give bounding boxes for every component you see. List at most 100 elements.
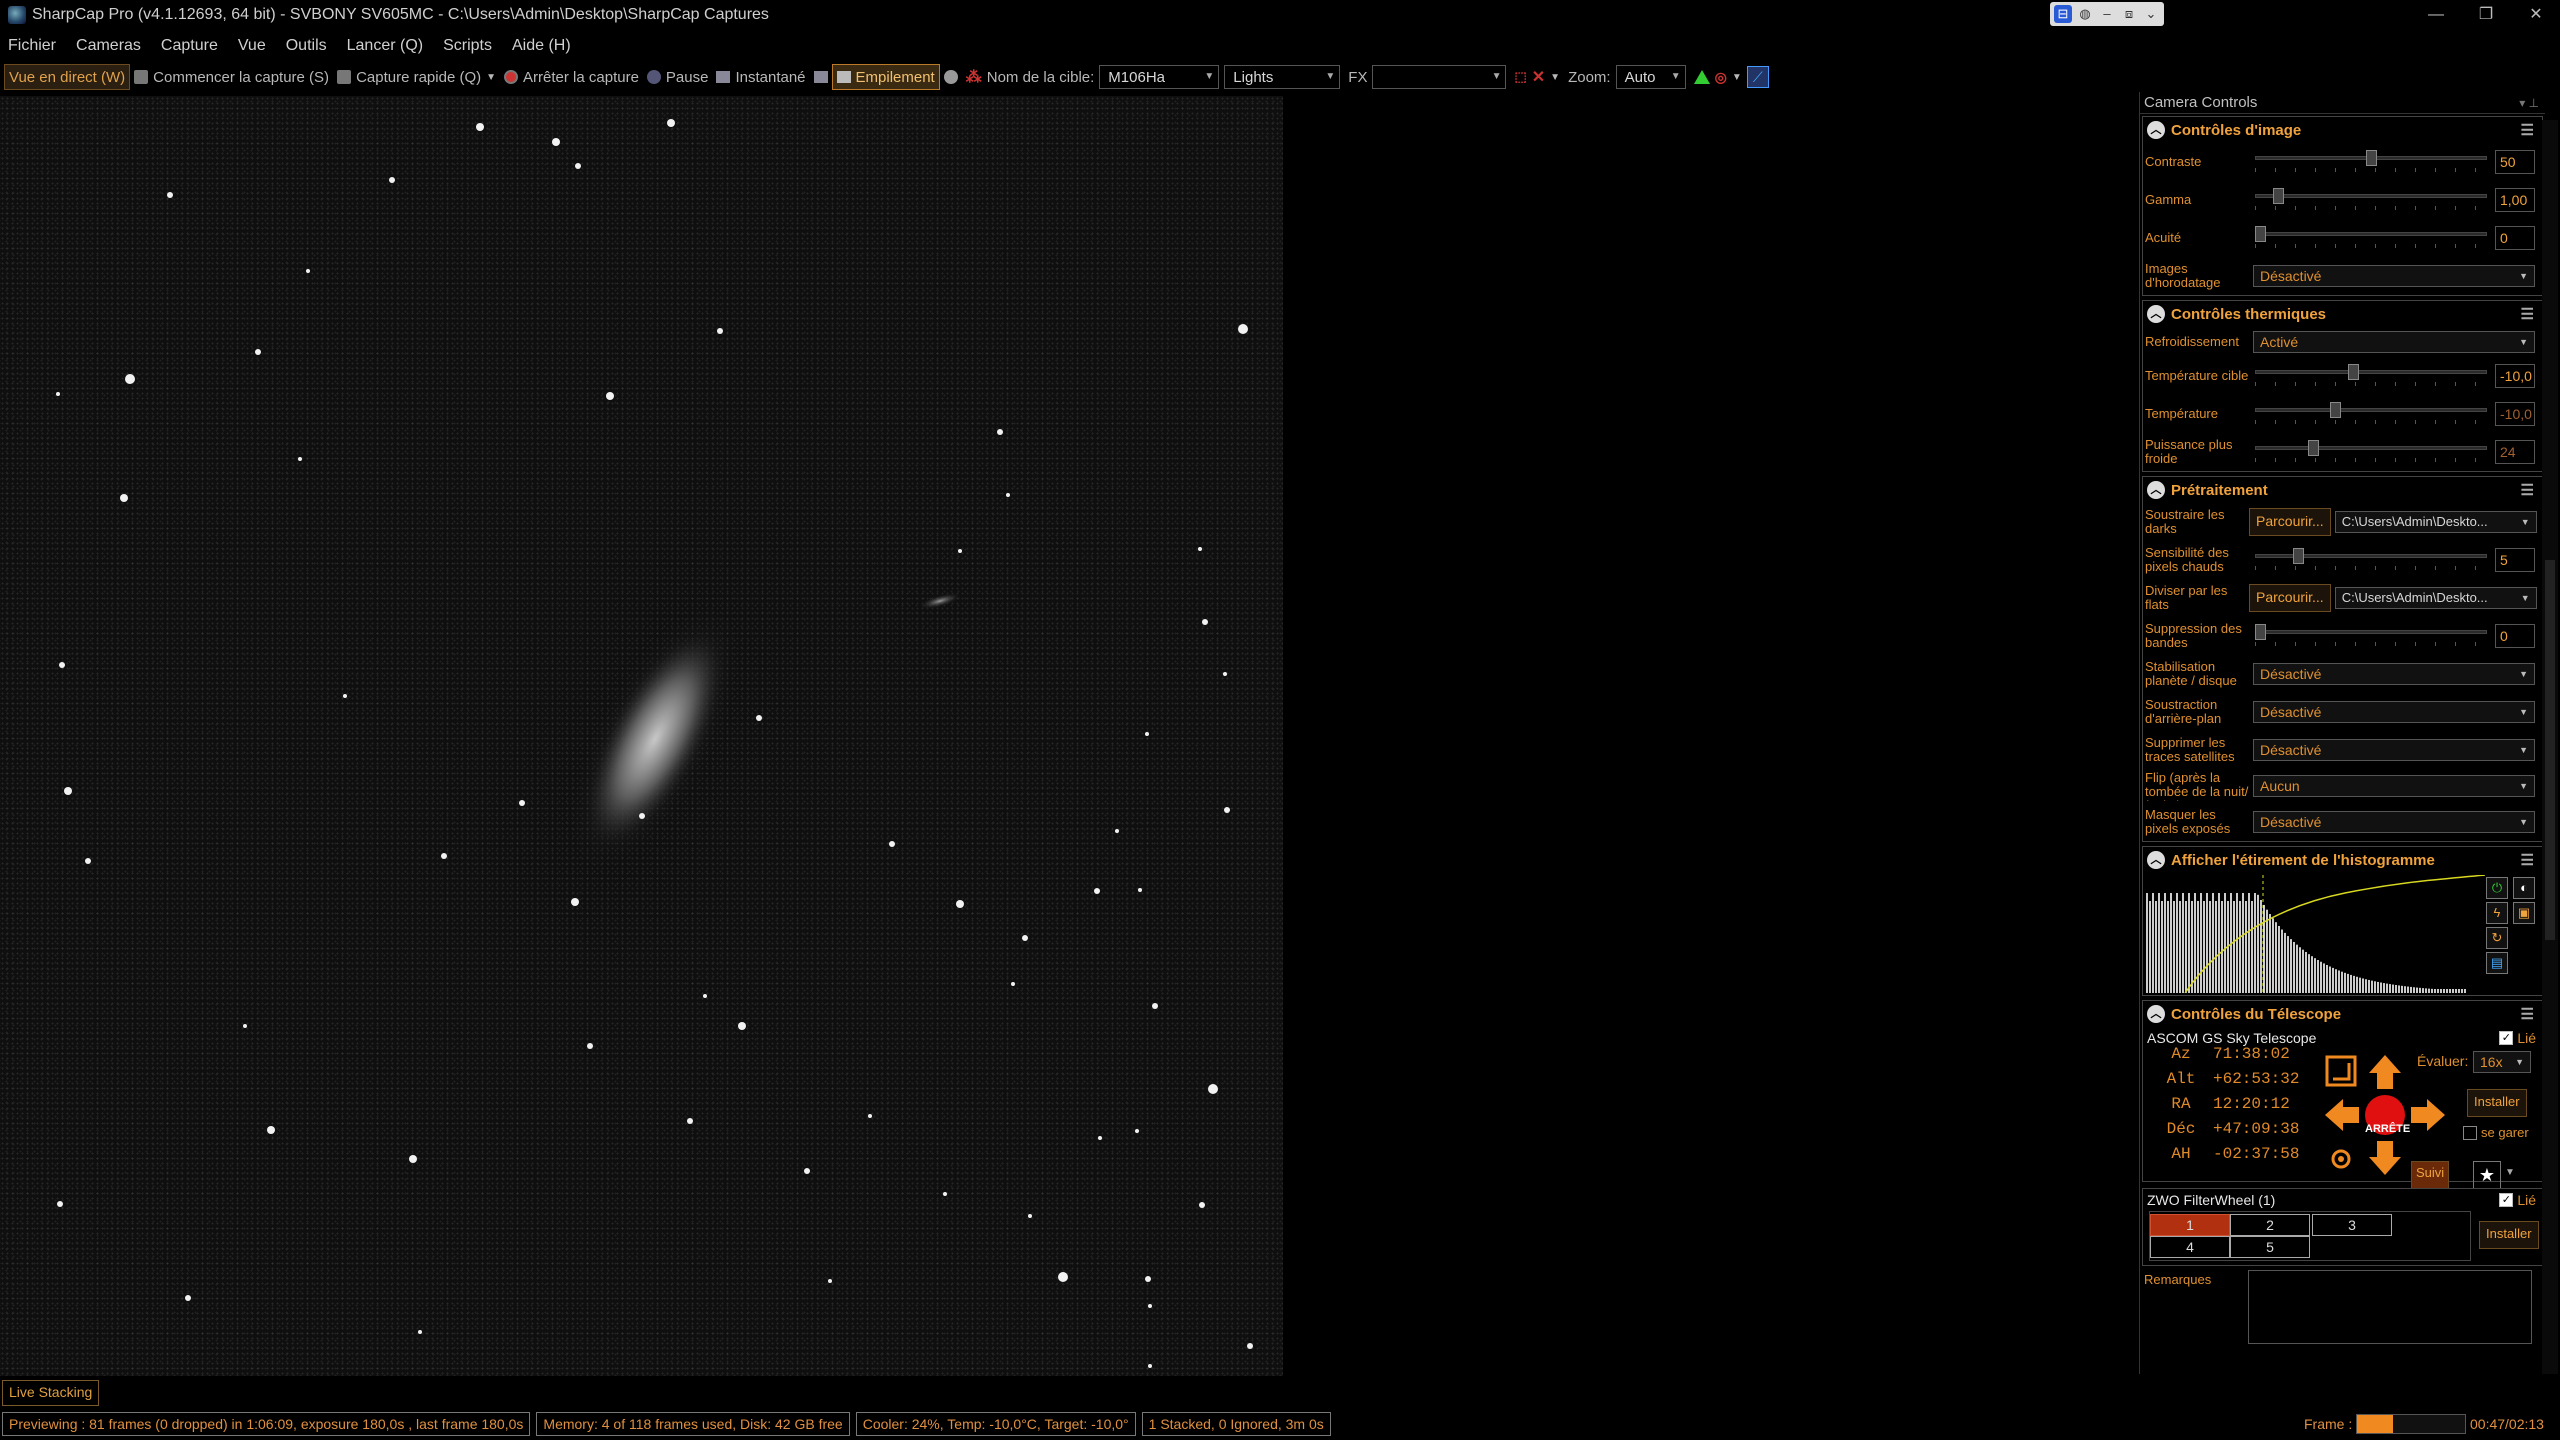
telescope-setup-button[interactable]: Installer (2467, 1089, 2527, 1117)
histogram-header[interactable]: ︿ Afficher l'étirement de l'histogramme … (2143, 847, 2542, 873)
lock-icon[interactable]: ▣ (2513, 902, 2535, 924)
goto-icon[interactable] (2325, 1055, 2357, 1087)
histogram-display[interactable]: ⏻ ◐ ϟ ▣ ↻ ▤ (2145, 875, 2538, 993)
target-temp-slider[interactable] (2255, 364, 2487, 388)
hamburger-icon[interactable]: ☰ (2521, 481, 2534, 499)
stabilization-dropdown[interactable]: Désactivé ▼ (2253, 663, 2535, 685)
telescope-icon[interactable]: ⟋ (1746, 66, 1769, 88)
arrow-right-icon[interactable] (2411, 1099, 2445, 1131)
slider-thumb[interactable] (2255, 226, 2266, 242)
cooling-dropdown[interactable]: Activé ▼ (2253, 331, 2535, 353)
chevron-down-icon[interactable]: ▼ (2505, 1167, 2515, 1178)
menu-cameras[interactable]: Cameras (76, 37, 141, 55)
gamma-slider[interactable] (2255, 188, 2487, 212)
target-name-combo[interactable]: M106Ha ▼ (1099, 65, 1220, 89)
image-controls-header[interactable]: ︿ Contrôles d'image ☰ (2143, 117, 2542, 143)
flip-dropdown[interactable]: Aucun ▼ (2253, 775, 2535, 797)
pin-icon[interactable]: ▾ ⊥ (2519, 92, 2539, 114)
filter-slot[interactable]: 5 (2230, 1236, 2310, 1258)
restore-small-icon[interactable]: ⧈ (2120, 5, 2138, 23)
tracking-button[interactable]: Suivi (2411, 1161, 2450, 1189)
menu-scripts[interactable]: Scripts (443, 37, 492, 55)
arrow-left-icon[interactable] (2325, 1099, 2359, 1131)
restore-icon[interactable]: ❐ (2458, 0, 2514, 30)
chevron-down-icon[interactable]: ⌄ (2142, 5, 2160, 23)
filter-slot[interactable]: 3 (2312, 1214, 2392, 1236)
minimize-small-icon[interactable]: – (2098, 5, 2116, 23)
gamma-value[interactable]: 1,00 (2495, 188, 2535, 212)
hot-pixel-slider[interactable] (2255, 548, 2487, 572)
telescope-header[interactable]: ︿ Contrôles du Télescope ☰ (2143, 1001, 2542, 1027)
menu-tools[interactable]: Outils (286, 37, 327, 55)
live-stacking-tab[interactable]: Live Stacking (2, 1380, 100, 1406)
live-view-button[interactable]: Vue en direct (W) (4, 64, 131, 90)
slider-thumb[interactable] (2347, 364, 2359, 380)
frame-type-combo[interactable]: Lights ▼ (1224, 65, 1341, 89)
filterwheel-linked-checkbox[interactable]: ✓ (2499, 1193, 2514, 1207)
histogram-icon[interactable] (1693, 70, 1710, 84)
flats-path-dropdown[interactable]: C:\Users\Admin\Deskto... ▼ (2334, 587, 2537, 609)
lock-icon[interactable]: ⊟ (2054, 5, 2072, 23)
collapse-icon[interactable]: ︿ (2147, 1005, 2165, 1023)
collapse-icon[interactable]: ︿ (2147, 481, 2165, 499)
crosshair-icon[interactable]: ✕ (1532, 67, 1545, 87)
hot-pixel-icon[interactable]: ⁂ (966, 67, 982, 87)
reset-icon[interactable]: ↻ (2486, 927, 2508, 949)
hot-pixel-value[interactable]: 5 (2495, 548, 2535, 572)
menu-view[interactable]: Vue (238, 37, 266, 55)
park-checkbox[interactable] (2463, 1125, 2477, 1140)
contrast-value[interactable]: 50 (2495, 150, 2535, 174)
menu-launch[interactable]: Lancer (Q) (347, 37, 423, 55)
menu-help[interactable]: Aide (H) (512, 37, 571, 55)
timestamp-dropdown[interactable]: Désactivé ▼ (2253, 265, 2535, 287)
darks-browse-button[interactable]: Parcourir... (2249, 508, 2331, 536)
lightning-icon[interactable]: ϟ (2486, 902, 2508, 924)
banding-slider[interactable] (2255, 624, 2487, 648)
scrollbar-thumb[interactable] (2545, 560, 2555, 940)
start-capture-button[interactable]: Commencer la capture (S) (130, 64, 333, 90)
background-sub-dropdown[interactable]: Désactivé ▼ (2253, 701, 2535, 723)
collapse-icon[interactable]: ︿ (2147, 121, 2165, 139)
contrast-icon[interactable]: ◐ (2513, 877, 2535, 899)
focus-icon[interactable]: ◎ (1715, 69, 1727, 86)
menu-file[interactable]: Fichier (8, 37, 56, 55)
slider-thumb[interactable] (2292, 548, 2304, 564)
pause-button[interactable]: Pause (643, 64, 713, 90)
sharpness-value[interactable]: 0 (2495, 226, 2535, 250)
telescope-linked-checkbox[interactable]: ✓ (2499, 1031, 2514, 1045)
sharpness-slider[interactable] (2255, 226, 2487, 250)
close-icon[interactable]: ✕ (2508, 0, 2560, 30)
hamburger-icon[interactable]: ☰ (2521, 851, 2534, 869)
filter-slot[interactable]: 4 (2150, 1236, 2230, 1258)
hamburger-icon[interactable]: ☰ (2521, 305, 2534, 323)
save-icon[interactable]: ▤ (2486, 952, 2508, 974)
fx-combo[interactable]: ▼ (1372, 65, 1507, 89)
collapse-icon[interactable]: ︿ (2147, 851, 2165, 869)
chevron-down-icon[interactable]: ▼ (1550, 72, 1560, 83)
filterwheel-setup-button[interactable]: Installer (2479, 1221, 2539, 1249)
power-icon[interactable]: ⏻ (2486, 877, 2508, 899)
stop-capture-button[interactable]: Arrêter la capture (500, 64, 643, 90)
filter-slot[interactable]: 2 (2230, 1214, 2310, 1236)
panel-scrollbar[interactable] (2542, 120, 2558, 1374)
minimize-icon[interactable]: — (2408, 0, 2464, 30)
hamburger-icon[interactable]: ☰ (2521, 121, 2534, 139)
sphere-button[interactable] (940, 64, 962, 90)
contrast-slider[interactable] (2255, 150, 2487, 174)
chevron-down-icon[interactable]: ▼ (486, 72, 496, 83)
darks-path-dropdown[interactable]: C:\Users\Admin\Deskto... ▼ (2334, 511, 2537, 533)
zoom-combo[interactable]: Auto ▼ (1615, 65, 1686, 89)
display-toggle-button[interactable] (810, 64, 832, 90)
snapshot-button[interactable]: Instantané (712, 64, 809, 90)
collapse-icon[interactable]: ︿ (2147, 305, 2165, 323)
star-icon[interactable]: ★ (2473, 1161, 2501, 1189)
quick-capture-button[interactable]: Capture rapide (Q) ▼ (333, 64, 500, 90)
arrow-up-icon[interactable] (2369, 1055, 2401, 1089)
hamburger-icon[interactable]: ☰ (2521, 1005, 2534, 1023)
filter-slot[interactable]: 1 (2150, 1214, 2230, 1236)
menu-capture[interactable]: Capture (161, 37, 218, 55)
notes-textarea[interactable] (2248, 1270, 2532, 1344)
chevron-down-icon[interactable]: ▼ (1732, 72, 1742, 83)
preprocessing-header[interactable]: ︿ Prétraitement ☰ (2143, 477, 2542, 503)
mask-dropdown[interactable]: Désactivé ▼ (2253, 811, 2535, 833)
